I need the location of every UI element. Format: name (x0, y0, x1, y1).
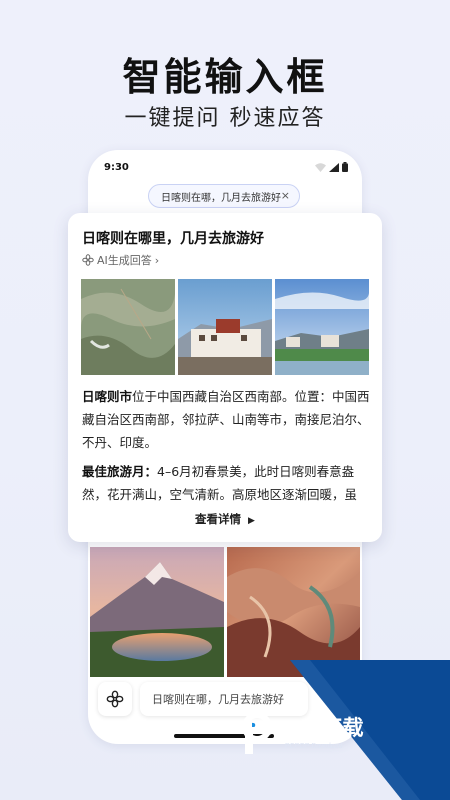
watermark-sub: PCPOP Download (285, 743, 343, 750)
status-time: 9:30 (104, 162, 129, 173)
hero-subtitle: 一键提问 秒速应答 (124, 106, 326, 131)
flower-icon (106, 690, 124, 708)
town-lake-photo[interactable] (275, 279, 369, 375)
card-question: 日喀则在哪里，几月去旅游好 (82, 231, 264, 247)
ai-sparkle-icon (82, 254, 94, 266)
see-more-link[interactable]: 查看详情 ▶ (68, 511, 382, 527)
search-input[interactable]: 日喀则在哪，几月去旅游好 (140, 682, 308, 716)
signal-icon (329, 162, 339, 172)
answer-bold-city: 日喀则市 (82, 389, 133, 404)
ai-tag-label: AI生成回答 (97, 254, 152, 267)
answer-text: 日喀则市位于中国西藏自治区西南部。位置：中国西藏自治区西南部，邻拉萨、山南等市，… (82, 385, 370, 512)
snow-mountain-lake-photo (90, 547, 224, 677)
ai-assistant-button[interactable] (98, 682, 132, 716)
satellite-map-photo[interactable] (81, 279, 175, 375)
answer-image-strip (81, 279, 369, 375)
chevron-right-icon: › (154, 253, 160, 267)
ai-generated-tag[interactable]: AI生成回答 › (82, 252, 159, 268)
battery-icon (342, 162, 348, 172)
play-arrow-icon: ▶ (248, 516, 255, 526)
answer-card: 日喀则在哪里，几月去旅游好 AI生成回答 › 日喀则市位于中国西藏自治区西南部。… (68, 213, 382, 542)
lower-photo-grid (90, 547, 360, 677)
watermark-brand: PCPOP下载 (245, 717, 365, 740)
answer-paragraph-season: 最佳旅游月：4–6月初春景美，此时日喀则春意盎然，花开满山，空气清新。高原地区逐… (82, 460, 370, 506)
hero-title: 智能输入框 (122, 55, 328, 99)
status-icons (315, 162, 348, 172)
red-canyon-photo (227, 547, 360, 677)
close-icon[interactable]: × (281, 189, 290, 202)
tibetan-monastery-photo[interactable] (178, 279, 272, 375)
see-more-label: 查看详情 (195, 512, 242, 526)
query-chip-text: 日喀则在哪，几月去旅游好 (161, 192, 281, 204)
answer-bold-best-month: 最佳旅游月： (82, 464, 158, 479)
answer-paragraph-location: 日喀则市位于中国西藏自治区西南部。位置：中国西藏自治区西南部，邻拉萨、山南等市，… (82, 385, 370, 454)
query-chip[interactable]: 日喀则在哪，几月去旅游好 × (148, 184, 300, 208)
wifi-icon (315, 162, 326, 172)
